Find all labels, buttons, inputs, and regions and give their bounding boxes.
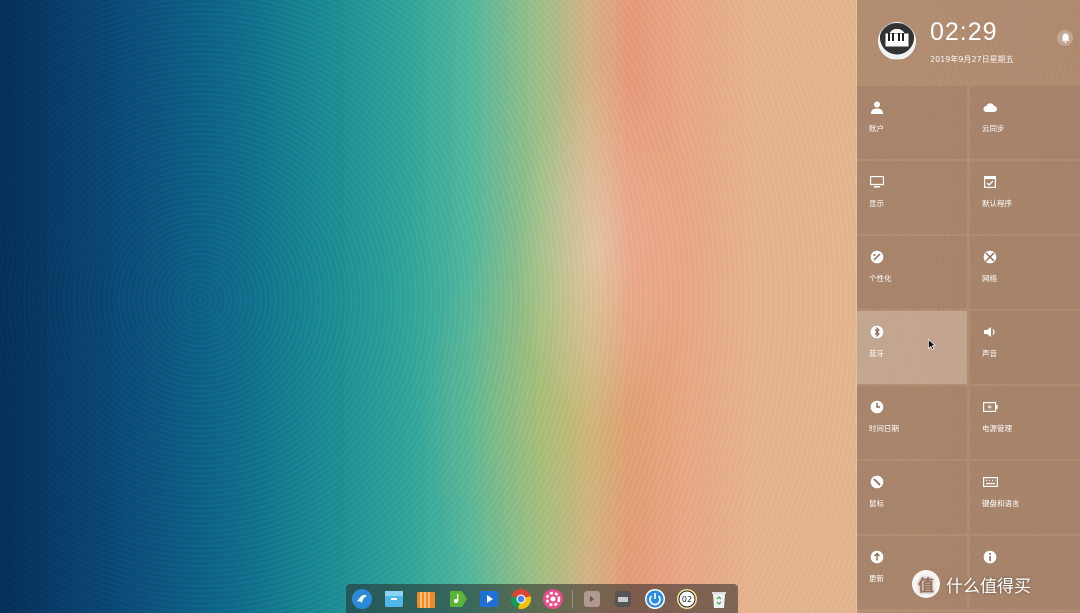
network-icon xyxy=(982,249,998,265)
tile-label: 蓝牙 xyxy=(869,349,884,358)
dock: 02 xyxy=(346,584,738,613)
tile-label: 时间日期 xyxy=(869,424,899,433)
notification-bell-icon[interactable] xyxy=(1057,30,1073,46)
tile-personalization[interactable]: 个性化 xyxy=(857,236,967,309)
control-center-panel: 02:29 2019年9月27日星期五 账户 云同步 显示 默认程序 个性化 网… xyxy=(857,0,1080,613)
dock-separator xyxy=(572,589,574,608)
tile-label: 鼠标 xyxy=(869,499,884,508)
tile-label: 网络 xyxy=(982,274,997,283)
tile-label: 账户 xyxy=(869,124,884,133)
tile-time-date[interactable]: 时间日期 xyxy=(857,386,967,459)
tray-icon-1[interactable] xyxy=(579,587,604,611)
settings-icon[interactable] xyxy=(541,587,566,611)
tile-label: 显示 xyxy=(869,199,884,208)
tile-label: 声音 xyxy=(982,349,997,358)
trash-icon[interactable] xyxy=(706,587,731,611)
tile-label: 个性化 xyxy=(869,274,892,283)
tile-network[interactable]: 网络 xyxy=(970,236,1080,309)
tile-default-apps[interactable]: 默认程序 xyxy=(970,161,1080,234)
video-player-icon[interactable] xyxy=(477,587,502,611)
watermark: 值 什么值得买 xyxy=(912,570,1031,598)
palette-icon xyxy=(869,249,885,265)
tile-cloud-sync[interactable]: 云同步 xyxy=(970,86,1080,159)
user-icon xyxy=(869,99,885,115)
media-icon[interactable] xyxy=(445,587,470,611)
monitor-icon xyxy=(869,174,885,190)
update-icon xyxy=(869,549,885,565)
launcher-icon[interactable] xyxy=(350,587,375,611)
tile-label: 更新 xyxy=(869,574,884,583)
keyboard-icon xyxy=(982,474,998,490)
info-icon xyxy=(982,549,998,565)
mouse-cursor-icon xyxy=(928,335,937,354)
tile-display[interactable]: 显示 xyxy=(857,161,967,234)
tile-accounts[interactable]: 账户 xyxy=(857,86,967,159)
tile-power[interactable]: 电源管理 xyxy=(970,386,1080,459)
clock-icon xyxy=(869,399,885,415)
watermark-text: 什么值得买 xyxy=(946,576,1031,597)
speaker-icon xyxy=(982,324,998,340)
clock-time: 02:29 xyxy=(930,18,998,46)
default-apps-icon xyxy=(982,174,998,190)
panel-header: 02:29 2019年9月27日星期五 xyxy=(857,0,1080,86)
file-manager-icon[interactable] xyxy=(382,587,407,611)
cloud-icon xyxy=(982,99,998,115)
tray-icon-2[interactable] xyxy=(611,587,636,611)
svg-text:02: 02 xyxy=(682,595,692,604)
bluetooth-icon xyxy=(869,324,885,340)
tile-mouse[interactable]: 鼠标 xyxy=(857,461,967,534)
tile-sound[interactable]: 声音 xyxy=(970,311,1080,384)
tile-label: 云同步 xyxy=(982,124,1005,133)
tile-label: 默认程序 xyxy=(982,199,1012,208)
power-icon[interactable] xyxy=(643,587,668,611)
settings-grid: 账户 云同步 显示 默认程序 个性化 网络 蓝牙 声音 时间日期 电源管理 鼠标… xyxy=(857,86,1080,609)
clock-date: 2019年9月27日星期五 xyxy=(930,55,1014,64)
mouse-icon xyxy=(869,474,885,490)
tile-keyboard-language[interactable]: 键盘和语言 xyxy=(970,461,1080,534)
watermark-logo: 值 xyxy=(912,570,940,598)
tile-label: 键盘和语言 xyxy=(982,499,1020,508)
user-avatar[interactable] xyxy=(878,22,916,60)
tile-label: 电源管理 xyxy=(982,424,1012,433)
battery-icon xyxy=(982,399,998,415)
app-store-icon[interactable] xyxy=(414,587,439,611)
chrome-icon[interactable] xyxy=(509,587,534,611)
tile-bluetooth[interactable]: 蓝牙 xyxy=(857,311,967,384)
clock-tray-icon[interactable]: 02 xyxy=(674,587,699,611)
